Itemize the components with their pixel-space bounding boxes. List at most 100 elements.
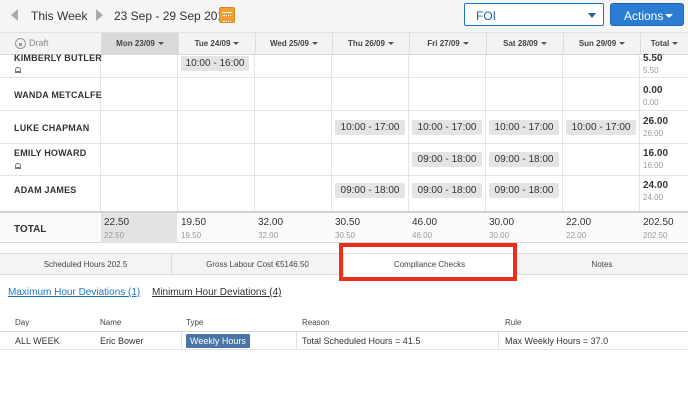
employee-total: 0.00 <box>643 85 663 96</box>
shift-block[interactable]: 09:00 - 18:00 <box>412 152 482 167</box>
employee-total-sub: 5.50 <box>643 66 659 75</box>
chevron-down-icon <box>462 42 469 46</box>
location-value: FOI <box>476 9 496 23</box>
next-week-icon[interactable] <box>96 9 103 21</box>
grand-total-sub: 202.50 <box>643 231 668 240</box>
chevron-down-icon <box>619 42 626 46</box>
column-label: Total <box>650 39 670 48</box>
previous-week-icon[interactable] <box>11 9 18 21</box>
column-header-total[interactable]: Total <box>640 33 688 55</box>
employee-total-sub: 16.00 <box>643 161 664 170</box>
compliance-table-header: Day Name Type Reason Rule <box>0 316 688 330</box>
period-label: This Week <box>31 9 88 23</box>
column-label: Sat 28/09 <box>503 39 538 48</box>
schedule-header: Draft Mon 23/09 Tue 24/09 Wed 25/09 Thu … <box>0 33 688 55</box>
column-header-wed[interactable]: Wed 25/09 <box>255 33 332 55</box>
column-label: Tue 24/09 <box>194 39 231 48</box>
day-total: 19.50 <box>181 217 207 228</box>
column-header-reason: Reason <box>302 318 330 327</box>
day-total-sub: 22.50 <box>104 231 125 240</box>
date-range: 23 Sep - 29 Sep 2019 <box>114 9 231 23</box>
day-total-sub: 19.50 <box>181 231 202 240</box>
deviation-name: Eric Bower <box>100 336 144 346</box>
totals-label: TOTAL <box>14 224 47 235</box>
employee-name[interactable]: LUKE CHAPMAN <box>14 123 89 133</box>
day-total-sub: 30.00 <box>489 231 510 240</box>
chevron-down-icon <box>233 42 240 46</box>
shift-block[interactable]: 10:00 - 17:00 <box>412 120 482 135</box>
column-header-sun[interactable]: Sun 29/09 <box>563 33 640 55</box>
column-label: Wed 25/09 <box>270 39 309 48</box>
day-total-sub: 22.00 <box>566 231 587 240</box>
day-total-sub: 46.00 <box>412 231 433 240</box>
employee-total: 5.50 <box>643 53 663 64</box>
chevron-down-icon <box>672 42 679 46</box>
column-label: Sun 29/09 <box>578 39 617 48</box>
deviation-rule: Max Weekly Hours = 37.0 <box>505 336 609 346</box>
chevron-down-icon <box>588 13 596 18</box>
shift-block[interactable]: 10:00 - 17:00 <box>335 120 405 135</box>
employee-total: 24.00 <box>643 180 669 191</box>
location-select[interactable]: FOI <box>464 3 604 26</box>
employee-name[interactable]: ADAM JAMES <box>14 185 77 195</box>
shift-block[interactable]: 09:00 - 18:00 <box>489 152 559 167</box>
chevron-down-icon <box>665 14 673 18</box>
employee-total-sub: 0.00 <box>643 98 659 107</box>
cell-divider <box>181 332 182 350</box>
shift-block[interactable]: 09:00 - 18:00 <box>489 183 559 198</box>
shift-block[interactable]: 10:00 - 17:00 <box>489 120 559 135</box>
column-header-thu[interactable]: Thu 26/09 <box>332 33 409 55</box>
employee-total-sub: 26.00 <box>643 129 664 138</box>
cell-divider <box>498 332 499 350</box>
column-header-sat[interactable]: Sat 28/09 <box>486 33 563 55</box>
deviation-day: ALL WEEK <box>15 336 60 346</box>
cell-divider <box>296 332 297 350</box>
day-total-sub: 30.50 <box>335 231 356 240</box>
shift-block[interactable]: 09:00 - 18:00 <box>335 183 405 198</box>
employee-total-sub: 24.00 <box>643 193 664 202</box>
employee-name[interactable]: KIMBERLY BUTLER <box>14 53 102 63</box>
bell-icon <box>15 163 21 169</box>
chevron-down-icon <box>387 42 394 46</box>
column-label: Fri 27/09 <box>427 39 460 48</box>
subtab-maximum-hour-deviations[interactable]: Maximum Hour Deviations (1) <box>8 287 140 298</box>
employee-total: 26.00 <box>643 116 669 127</box>
column-header-tue[interactable]: Tue 24/09 <box>178 33 255 55</box>
day-total: 22.50 <box>104 217 130 228</box>
employee-name[interactable]: EMILY HOWARD <box>14 148 86 158</box>
draft-label: Draft <box>29 38 49 48</box>
chevron-down-icon <box>540 42 547 46</box>
tab-gross-labour-cost[interactable]: Gross Labour Cost €5146.50 <box>172 254 344 276</box>
highlight-annotation <box>339 243 517 281</box>
chevron-down-icon <box>157 42 164 46</box>
shift-block[interactable]: 10:00 - 16:00 <box>181 56 249 71</box>
column-header-mon[interactable]: Mon 23/09 <box>101 33 178 55</box>
tab-notes[interactable]: Notes <box>516 254 688 276</box>
actions-button[interactable]: Actions <box>610 3 684 26</box>
day-total: 30.50 <box>335 217 361 228</box>
deviation-type-badge: Weekly Hours <box>186 334 250 348</box>
shift-block[interactable]: 09:00 - 18:00 <box>412 183 482 198</box>
day-total: 22.00 <box>566 217 592 228</box>
grand-total: 202.50 <box>643 217 674 228</box>
actions-label: Actions <box>624 9 664 23</box>
employee-total: 16.00 <box>643 148 669 159</box>
employee-row: ADAM JAMES 09:00 - 18:00 09:00 - 18:00 0… <box>0 176 688 211</box>
column-header-day: Day <box>15 318 30 327</box>
column-header-name: Name <box>100 318 122 327</box>
shift-block[interactable]: 10:00 - 17:00 <box>566 120 636 135</box>
table-row[interactable]: ALL WEEK Eric Bower Weekly Hours Total S… <box>0 331 688 350</box>
day-total: 46.00 <box>412 217 438 228</box>
day-total: 30.00 <box>489 217 515 228</box>
column-header-fri[interactable]: Fri 27/09 <box>409 33 486 55</box>
totals-row: TOTAL 22.50 22.50 19.50 19.50 32.00 32.0… <box>0 211 688 243</box>
employee-row: KIMBERLY BUTLER 10:00 - 16:00 5.50 5.50 <box>0 53 688 78</box>
deviation-reason: Total Scheduled Hours = 41.5 <box>302 336 421 346</box>
bell-icon <box>15 67 21 73</box>
tab-scheduled-hours[interactable]: Scheduled Hours 202.5 <box>0 254 172 276</box>
day-total-sub: 32.00 <box>258 231 279 240</box>
calendar-icon[interactable] <box>219 7 235 23</box>
employee-name[interactable]: WANDA METCALFE <box>14 90 102 100</box>
lock-icon <box>15 38 26 49</box>
subtab-minimum-hour-deviations[interactable]: Minimum Hour Deviations (4) <box>152 287 281 298</box>
